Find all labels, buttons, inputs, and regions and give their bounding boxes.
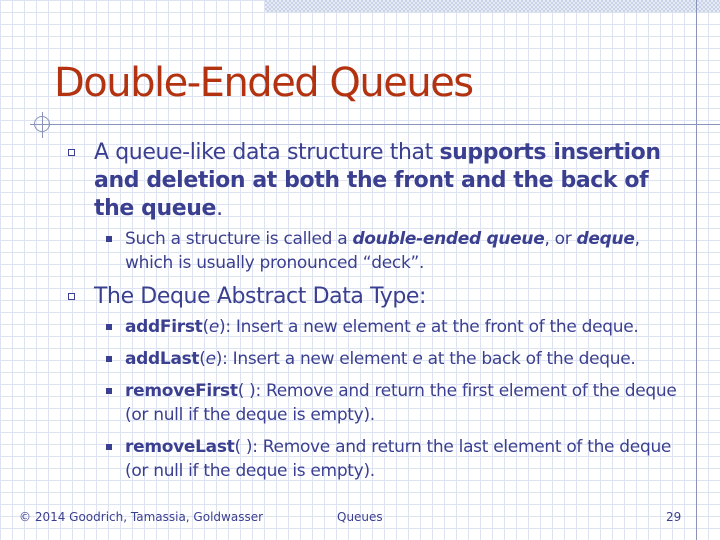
method-paren: ( ) bbox=[237, 381, 256, 401]
bullet-deque-definition: A queue-like data structure that support… bbox=[66, 139, 681, 223]
method-description: at the front of the deque. bbox=[425, 317, 639, 337]
method-remove-first: removeFirst( ): Remove and return the fi… bbox=[106, 379, 681, 427]
method-name: removeLast bbox=[125, 437, 235, 457]
decorative-top-band bbox=[265, 0, 720, 12]
method-name: addLast bbox=[125, 349, 200, 369]
sub-bullet-deque-name: Such a structure is called a double-ende… bbox=[106, 227, 681, 275]
filled-square-bullet-icon bbox=[106, 388, 112, 394]
footer-page-number: 29 bbox=[666, 510, 682, 524]
filled-square-bullet-icon bbox=[106, 356, 112, 362]
definition-text: A queue-like data structure that bbox=[94, 140, 440, 165]
filled-square-bullet-icon bbox=[106, 324, 112, 330]
method-param: e bbox=[415, 317, 426, 337]
slide-title: Double-Ended Queues bbox=[54, 60, 474, 106]
method-param: e bbox=[412, 349, 423, 369]
sub-bullet-text: , or bbox=[544, 229, 577, 249]
method-description: : Insert a new element bbox=[225, 317, 416, 337]
footer-copyright: © 2014 Goodrich, Tamassia, Goldwasser bbox=[19, 510, 264, 524]
term-deque: deque bbox=[576, 229, 635, 249]
method-paren: ( ) bbox=[234, 437, 253, 457]
hollow-square-bullet-icon bbox=[68, 293, 75, 300]
method-description: at the back of the deque. bbox=[422, 349, 636, 369]
method-description: : Insert a new element bbox=[222, 349, 413, 369]
filled-square-bullet-icon bbox=[106, 444, 112, 450]
definition-period: . bbox=[216, 196, 223, 221]
title-underline-rule bbox=[36, 124, 720, 125]
method-add-last: addLast(e): Insert a new element e at th… bbox=[106, 347, 681, 371]
method-param: e bbox=[208, 317, 219, 337]
method-name: addFirst bbox=[125, 317, 203, 337]
method-remove-last: removeLast( ): Remove and return the las… bbox=[106, 435, 681, 483]
decorative-vertical-rule bbox=[696, 0, 697, 540]
footer-topic: Queues bbox=[337, 510, 383, 524]
bullet-deque-adt: The Deque Abstract Data Type: bbox=[66, 283, 681, 311]
method-name: removeFirst bbox=[125, 381, 238, 401]
slide-body: A queue-like data structure that support… bbox=[66, 139, 681, 491]
hollow-square-bullet-icon bbox=[68, 149, 75, 156]
sub-bullet-text: Such a structure is called a bbox=[125, 229, 353, 249]
adt-heading: The Deque Abstract Data Type: bbox=[94, 284, 427, 309]
crosshair-icon bbox=[30, 112, 56, 138]
method-add-first: addFirst(e): Insert a new element e at t… bbox=[106, 315, 681, 339]
method-param: e bbox=[205, 349, 216, 369]
filled-square-bullet-icon bbox=[106, 236, 112, 242]
term-double-ended-queue: double-ended queue bbox=[352, 229, 545, 249]
